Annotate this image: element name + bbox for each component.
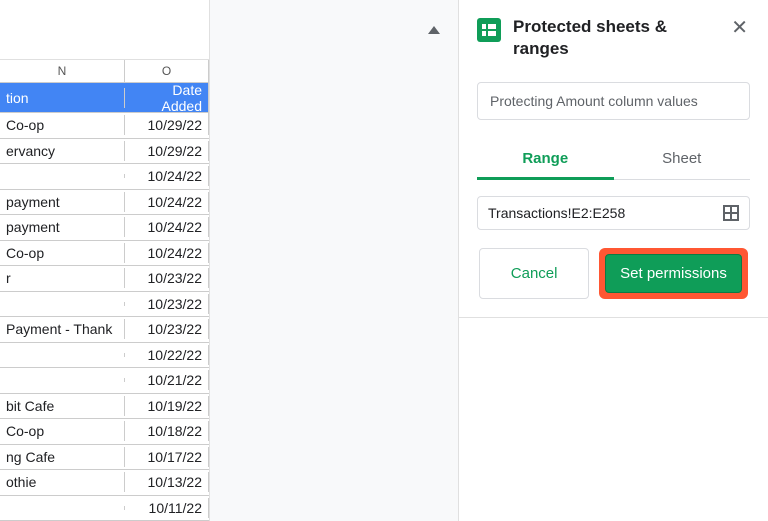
cell[interactable]: 10/13/22 — [125, 472, 209, 492]
cell[interactable]: r — [0, 268, 125, 288]
cell[interactable]: 10/24/22 — [125, 166, 209, 186]
table-row[interactable]: othie10/13/22 — [0, 470, 209, 496]
cell[interactable]: ervancy — [0, 141, 125, 161]
cell[interactable]: Co-op — [0, 115, 125, 135]
table-row[interactable]: Payment - Thank10/23/22 — [0, 317, 209, 343]
cell[interactable]: 10/17/22 — [125, 447, 209, 467]
tab-sheet[interactable]: Sheet — [614, 140, 751, 180]
table-row[interactable]: 10/11/22 — [0, 496, 209, 521]
cell[interactable] — [0, 353, 125, 357]
table-row[interactable]: ervancy10/29/22 — [0, 139, 209, 165]
tab-range[interactable]: Range — [477, 140, 614, 180]
range-input-row — [477, 196, 750, 230]
cell[interactable]: 10/23/22 — [125, 319, 209, 339]
select-range-icon[interactable] — [723, 205, 739, 221]
cell[interactable]: 10/24/22 — [125, 243, 209, 263]
cell[interactable] — [0, 174, 125, 178]
cell[interactable]: 10/18/22 — [125, 421, 209, 441]
table-row[interactable]: Co-op10/18/22 — [0, 419, 209, 445]
spreadsheet-fragment: N O tionDate AddedCo-op10/29/22ervancy10… — [0, 0, 210, 521]
cell[interactable] — [0, 506, 125, 510]
cell[interactable]: othie — [0, 472, 125, 492]
protected-ranges-panel: Protected sheets & ranges ✕ Range Sheet … — [458, 0, 768, 521]
table-row[interactable]: 10/23/22 — [0, 292, 209, 318]
header-cell: tion — [0, 88, 125, 108]
cell[interactable]: payment — [0, 217, 125, 237]
gap-area — [210, 0, 458, 521]
chevron-up-icon — [428, 26, 440, 34]
col-header-n[interactable]: N — [0, 60, 125, 82]
cell[interactable]: 10/21/22 — [125, 370, 209, 390]
tabs: Range Sheet — [477, 140, 750, 180]
close-icon[interactable]: ✕ — [729, 16, 750, 40]
table-row[interactable]: payment10/24/22 — [0, 190, 209, 216]
cell[interactable]: 10/19/22 — [125, 396, 209, 416]
cell[interactable]: payment — [0, 192, 125, 212]
panel-title: Protected sheets & ranges — [513, 16, 717, 60]
cell[interactable]: 10/29/22 — [125, 141, 209, 161]
table-row[interactable]: 10/22/22 — [0, 343, 209, 369]
cell[interactable]: 10/22/22 — [125, 345, 209, 365]
table-row[interactable]: bit Cafe10/19/22 — [0, 394, 209, 420]
table-row[interactable]: 10/21/22 — [0, 368, 209, 394]
table-row[interactable]: Co-op10/24/22 — [0, 241, 209, 267]
range-input[interactable] — [488, 205, 723, 221]
cell[interactable] — [0, 378, 125, 382]
cell[interactable]: ng Cafe — [0, 447, 125, 467]
sheets-icon — [477, 18, 501, 42]
cell[interactable]: Co-op — [0, 421, 125, 441]
table-row[interactable]: ng Cafe10/17/22 — [0, 445, 209, 471]
cell[interactable]: 10/23/22 — [125, 294, 209, 314]
table-row[interactable]: payment10/24/22 — [0, 215, 209, 241]
cell[interactable]: Co-op — [0, 243, 125, 263]
header-cell: Date Added — [125, 80, 209, 116]
header-row: tionDate Added — [0, 83, 209, 113]
cell[interactable]: 10/23/22 — [125, 268, 209, 288]
table-row[interactable]: r10/23/22 — [0, 266, 209, 292]
highlight-annotation: Set permissions — [599, 248, 748, 299]
sheet-blank-top — [0, 0, 209, 60]
cancel-button[interactable]: Cancel — [479, 248, 589, 299]
set-permissions-button[interactable]: Set permissions — [605, 254, 742, 293]
cell[interactable]: 10/29/22 — [125, 115, 209, 135]
table-row[interactable]: 10/24/22 — [0, 164, 209, 190]
cell[interactable]: 10/11/22 — [125, 498, 209, 518]
cell[interactable]: Payment - Thank — [0, 319, 125, 339]
table-row[interactable]: Co-op10/29/22 — [0, 113, 209, 139]
collapse-button[interactable] — [424, 20, 444, 40]
cell[interactable]: 10/24/22 — [125, 192, 209, 212]
cell[interactable]: bit Cafe — [0, 396, 125, 416]
cell[interactable] — [0, 302, 125, 306]
description-input[interactable] — [477, 82, 750, 120]
cell[interactable]: 10/24/22 — [125, 217, 209, 237]
